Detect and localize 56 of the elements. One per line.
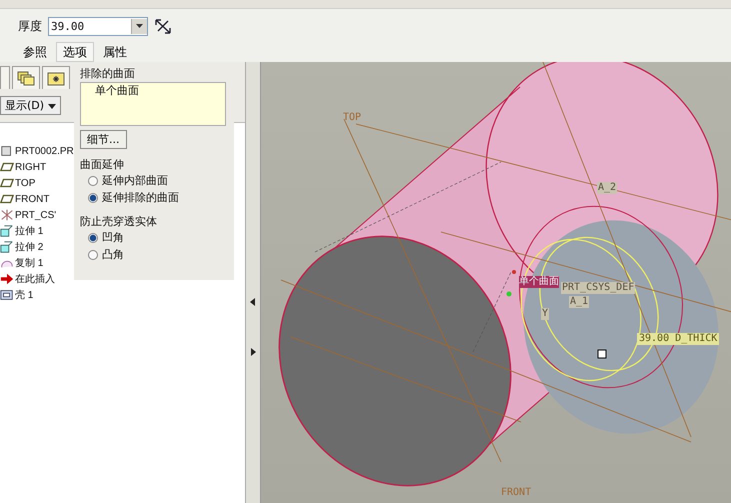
radio-label[interactable]: 延伸内部曲面 (102, 173, 168, 188)
model-label: TOP (343, 112, 362, 124)
tree-item[interactable]: 拉伸 2 (0, 239, 44, 255)
tree-item[interactable]: 壳 1 (0, 287, 34, 303)
extend-heading: 曲面延伸 (80, 157, 125, 172)
model-label: A_2 (597, 182, 618, 194)
plane-icon (0, 176, 14, 190)
tree-item[interactable]: RIGHT (0, 159, 46, 175)
part-icon (0, 144, 14, 158)
tree-item[interactable]: PRT0002.PR (0, 143, 74, 159)
thickness-label: 厚度 (18, 18, 42, 34)
tab[interactable]: 选项 (56, 42, 94, 62)
tab[interactable] (42, 66, 70, 89)
dropdown-button[interactable] (131, 18, 147, 34)
tab[interactable]: 属性 (96, 42, 134, 62)
model-label: FRONT (501, 487, 532, 499)
arrow-icon (0, 272, 14, 286)
caret-icon (48, 104, 56, 109)
radio-label[interactable]: 凸角 (102, 247, 124, 262)
tree-item[interactable]: FRONT (0, 191, 50, 207)
model-label: A_1 (569, 296, 590, 308)
tree-item[interactable]: 拉伸 1 (0, 223, 44, 239)
extrude-icon (0, 240, 14, 254)
caret-icon (135, 23, 144, 29)
tree-item[interactable]: PRT_CS' (0, 207, 56, 223)
model-label: 39.00 D_THICK (637, 333, 720, 345)
extrude-icon (0, 224, 14, 238)
excluded-surfaces-list[interactable]: 单个曲面 (80, 82, 226, 126)
right-arrow-icon[interactable] (250, 348, 256, 356)
left-arrow-icon[interactable] (250, 298, 256, 306)
radio-button[interactable] (88, 192, 98, 202)
model-label: 单个曲面 (519, 276, 559, 288)
list-item[interactable]: 单个曲面 (81, 83, 225, 98)
folder-icon (47, 70, 65, 86)
tree-item[interactable]: TOP (0, 175, 36, 191)
radio-label[interactable]: 延伸排除的曲面 (102, 190, 179, 205)
tree-item[interactable]: 在此插入 (0, 271, 55, 287)
plane-icon (0, 160, 14, 174)
folders-icon (17, 70, 35, 86)
radio-button[interactable] (88, 250, 98, 260)
show-dropdown-button[interactable]: 显示(D) (0, 96, 61, 115)
radio-label[interactable]: 凹角 (102, 230, 124, 245)
radio-button[interactable] (88, 176, 98, 186)
axes-icon (0, 208, 14, 222)
radio-button[interactable] (88, 232, 98, 242)
tab[interactable] (12, 66, 40, 89)
excluded-surfaces-label: 排除的曲面 (80, 66, 136, 81)
plane-icon (0, 192, 14, 206)
model-label: Y (541, 308, 550, 320)
tree-item[interactable]: 复制 1 (0, 255, 44, 271)
flip-direction-icon[interactable] (154, 17, 172, 35)
prevent-heading: 防止壳穿透实体 (80, 214, 158, 229)
thickness-field[interactable]: 39.00 (48, 16, 148, 36)
model-label: PRT_CSYS_DEF (561, 282, 636, 294)
details-button[interactable]: 细节... (80, 130, 126, 149)
tab[interactable]: 参照 (16, 42, 54, 62)
